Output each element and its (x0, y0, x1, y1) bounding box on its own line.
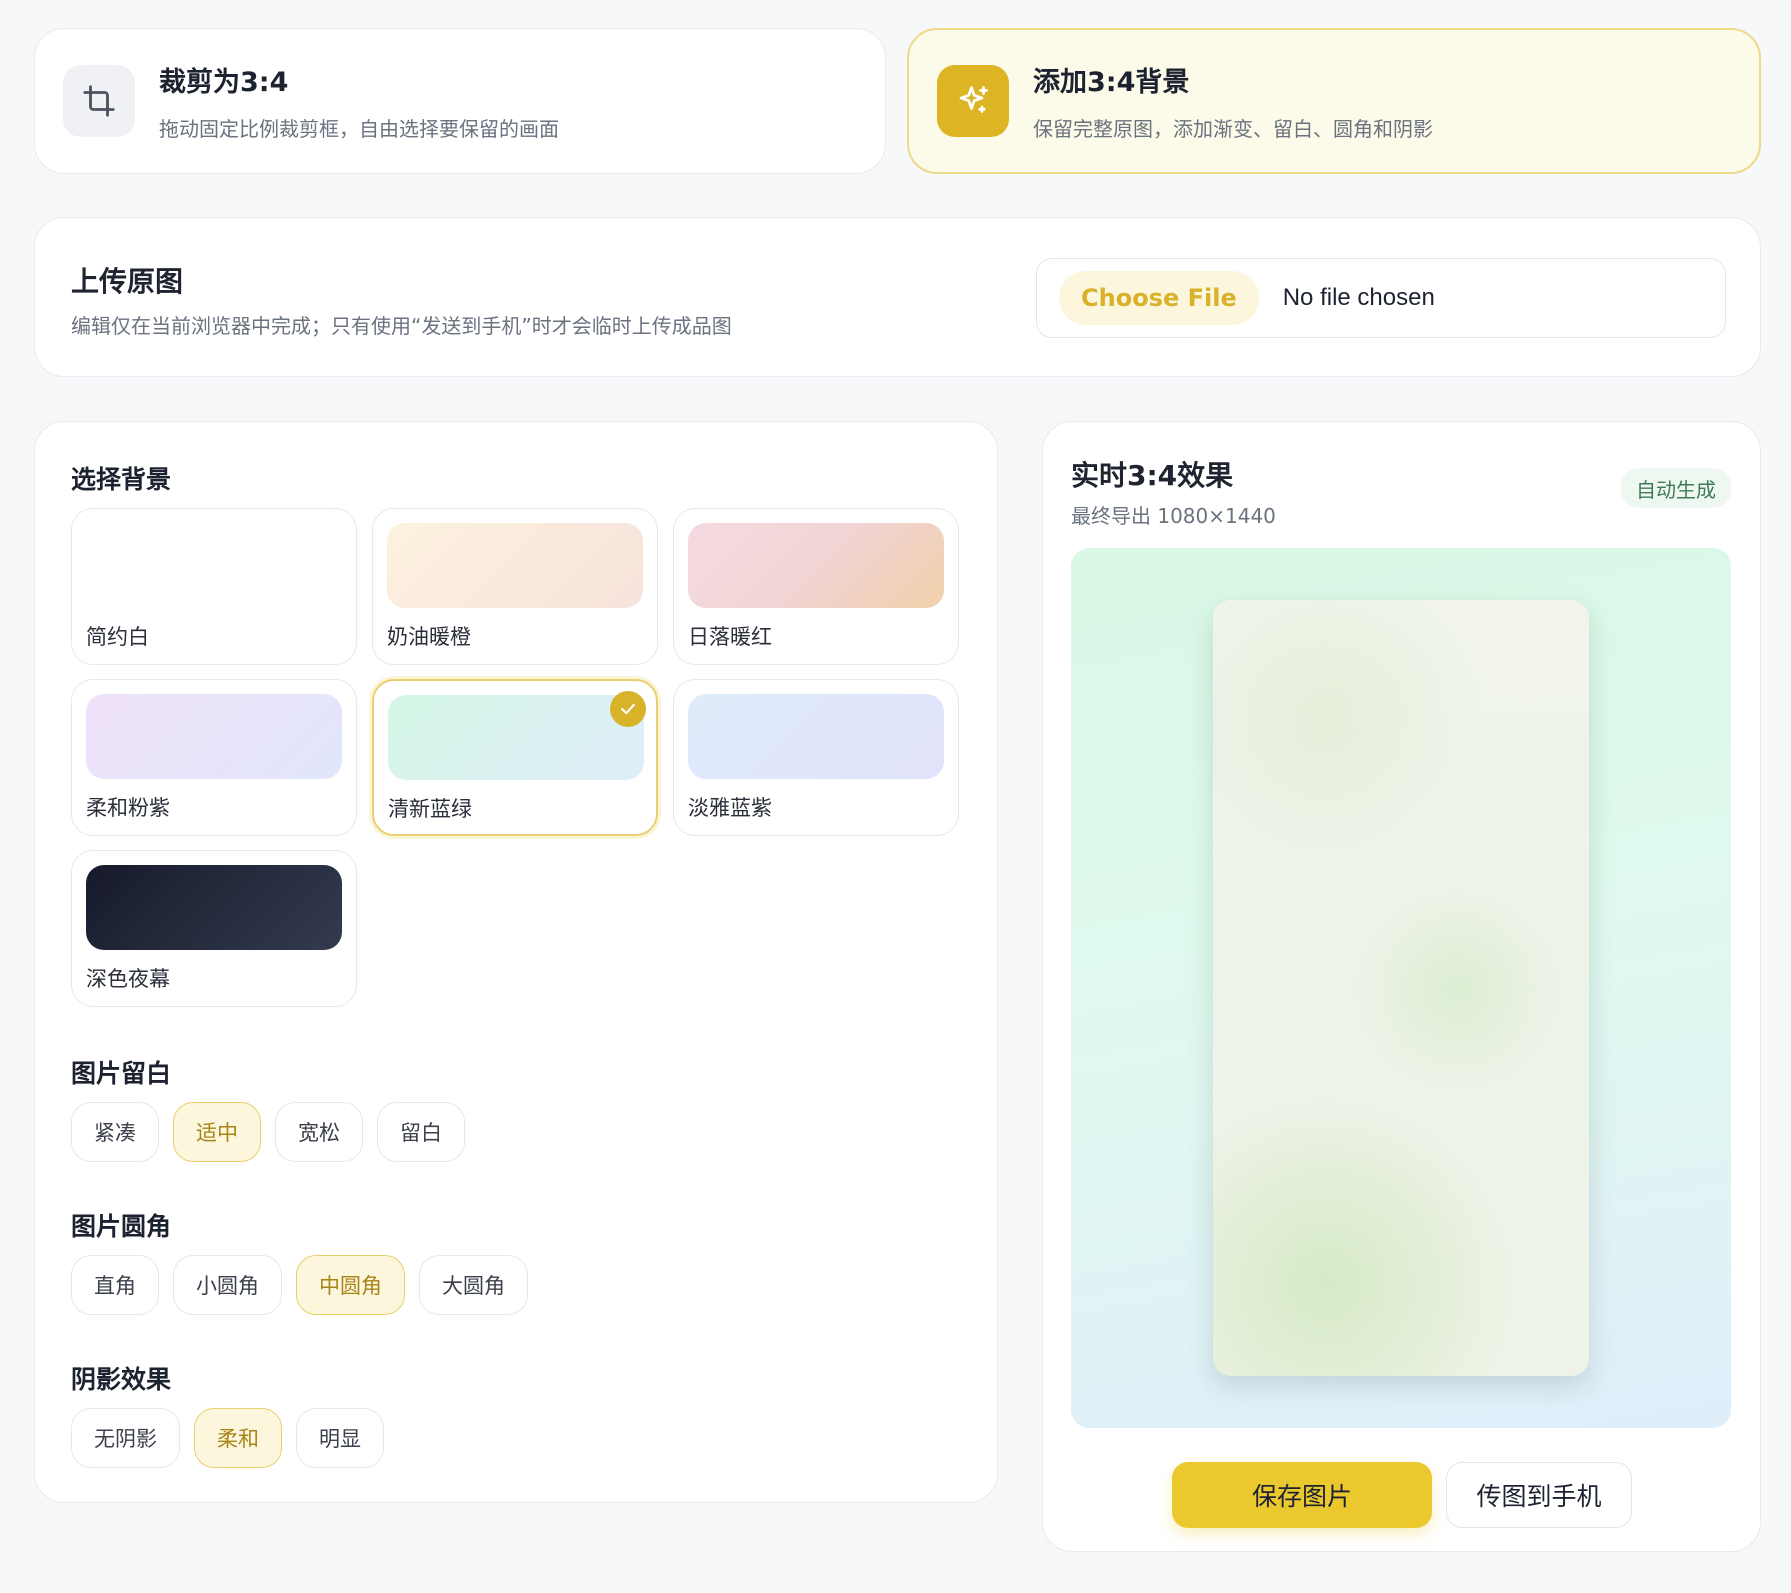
bg-option-label: 深色夜幕 (86, 967, 170, 991)
radius-option[interactable]: 中圆角 (296, 1255, 405, 1315)
save-image-button[interactable]: 保存图片 (1172, 1462, 1432, 1528)
file-status: No file chosen (1282, 284, 1435, 311)
bg-swatch (388, 695, 644, 780)
shadow-options: 无阴影 柔和 明显 (71, 1408, 384, 1468)
padding-section-title: 图片留白 (71, 1059, 172, 1088)
mode-desc: 拖动固定比例裁剪框，自由选择要保留的画面 (159, 117, 559, 141)
crop-icon (63, 65, 135, 137)
bg-swatch (86, 694, 342, 779)
check-icon (610, 691, 646, 727)
file-input[interactable]: Choose File No file chosen (1036, 258, 1726, 338)
preview-subtitle: 最终导出 1080×1440 (1071, 504, 1276, 528)
padding-option[interactable]: 留白 (377, 1102, 465, 1162)
shadow-section-title: 阴影效果 (71, 1365, 172, 1394)
sparkle-icon (937, 65, 1009, 137)
upload-desc: 编辑仅在当前浏览器中完成；只有使用“发送到手机”时才会临时上传成品图 (71, 314, 732, 338)
bg-swatch (688, 523, 944, 608)
mode-card-background[interactable]: 添加3:4背景 保留完整原图，添加渐变、留白、圆角和阴影 (907, 28, 1761, 174)
bg-option-label: 简约白 (86, 625, 149, 649)
bg-option-label: 淡雅蓝紫 (688, 796, 772, 820)
shadow-option[interactable]: 无阴影 (71, 1408, 180, 1468)
bg-option-label: 奶油暖橙 (387, 625, 471, 649)
bg-option-label: 日落暖红 (688, 625, 772, 649)
padding-option[interactable]: 紧凑 (71, 1102, 159, 1162)
preview-card: 实时3:4效果 最终导出 1080×1440 自动生成 保存图片 传图到手机 (1042, 421, 1761, 1552)
bg-swatch (387, 523, 643, 608)
bg-swatch (86, 865, 342, 950)
radius-option[interactable]: 小圆角 (173, 1255, 282, 1315)
mode-title: 添加3:4背景 (1033, 67, 1190, 98)
bg-option-white[interactable]: 简约白 (71, 508, 357, 665)
bg-option-soft-purple[interactable]: 柔和粉紫 (71, 679, 357, 836)
bg-option-cream-orange[interactable]: 奶油暖橙 (372, 508, 658, 665)
mode-desc: 保留完整原图，添加渐变、留白、圆角和阴影 (1033, 117, 1433, 141)
bg-option-fresh-teal[interactable]: 清新蓝绿 (372, 679, 658, 836)
bg-swatch (688, 694, 944, 779)
mode-title: 裁剪为3:4 (159, 67, 289, 98)
choose-file-button[interactable]: Choose File (1059, 271, 1259, 325)
settings-card: 选择背景 简约白 奶油暖橙 日落暖红 柔和粉紫 清新蓝绿 淡雅蓝紫 深色夜幕 图… (34, 421, 998, 1503)
radius-option[interactable]: 大圆角 (419, 1255, 528, 1315)
padding-option[interactable]: 宽松 (275, 1102, 363, 1162)
bg-option-sunset-red[interactable]: 日落暖红 (673, 508, 959, 665)
padding-options: 紧凑 适中 宽松 留白 (71, 1102, 465, 1162)
mode-card-crop[interactable]: 裁剪为3:4 拖动固定比例裁剪框，自由选择要保留的画面 (34, 28, 886, 174)
bg-swatch (86, 523, 342, 608)
background-grid: 简约白 奶油暖橙 日落暖红 柔和粉紫 清新蓝绿 淡雅蓝紫 深色夜幕 (71, 508, 971, 1008)
upload-card: 上传原图 编辑仅在当前浏览器中完成；只有使用“发送到手机”时才会临时上传成品图 … (34, 217, 1761, 377)
preview-actions: 保存图片 传图到手机 (1172, 1462, 1632, 1528)
radius-section-title: 图片圆角 (71, 1212, 172, 1241)
shadow-option[interactable]: 明显 (296, 1408, 384, 1468)
background-section-title: 选择背景 (71, 465, 172, 494)
bg-option-label: 柔和粉紫 (86, 796, 170, 820)
shadow-option[interactable]: 柔和 (194, 1408, 282, 1468)
preview-canvas (1071, 548, 1731, 1428)
padding-option[interactable]: 适中 (173, 1102, 261, 1162)
status-badge: 自动生成 (1620, 468, 1732, 508)
upload-title: 上传原图 (71, 265, 184, 298)
radius-option[interactable]: 直角 (71, 1255, 159, 1315)
preview-title: 实时3:4效果 (1071, 459, 1234, 492)
bg-option-label: 清新蓝绿 (388, 797, 472, 821)
send-to-phone-button[interactable]: 传图到手机 (1446, 1462, 1632, 1528)
preview-image (1213, 600, 1589, 1376)
bg-option-dark-night[interactable]: 深色夜幕 (71, 850, 357, 1007)
radius-options: 直角 小圆角 中圆角 大圆角 (71, 1255, 528, 1315)
bg-option-light-blue-purple[interactable]: 淡雅蓝紫 (673, 679, 959, 836)
